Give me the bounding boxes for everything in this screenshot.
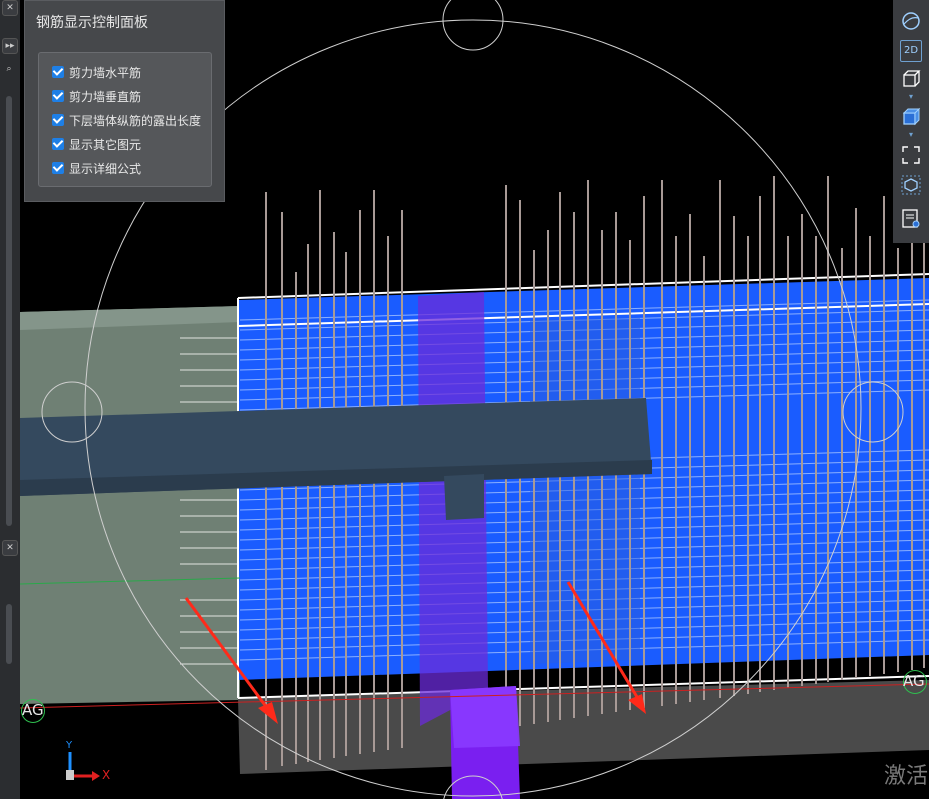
axis-y-label: Y [66,740,73,751]
option-show-other-elements[interactable]: 显示其它图元 [52,135,141,153]
2d-label: 2D [903,45,919,56]
checkbox-checked-icon[interactable] [52,90,64,102]
expand-panel-button[interactable]: ▸▸ [2,38,18,54]
activation-watermark: 激活 [884,764,929,789]
2d-icon[interactable]: 2D [900,40,922,62]
axis-label-right: AG [903,672,925,690]
axis-gizmo [66,752,100,781]
checkbox-checked-icon[interactable] [52,138,64,150]
option-label: 下层墙体纵筋的露出长度 [69,113,202,128]
panel-options-box: 剪力墙水平筋 剪力墙垂直筋 下层墙体纵筋的露出长度 显示其它图元 显示详细公式 [38,52,212,187]
checkbox-checked-icon[interactable] [52,162,64,174]
scrollbar-lower[interactable] [6,604,12,664]
option-label: 剪力墙垂直筋 [69,89,142,104]
nav-orbit-top [442,0,504,51]
axis-label-left: AG [22,701,44,719]
doc-eye-icon[interactable] [900,208,922,230]
option-label: 剪力墙水平筋 [69,65,142,80]
panel-title: 钢筋显示控制面板 [36,15,148,31]
option-lower-wall-rebar-exposure[interactable]: 下层墙体纵筋的露出长度 [52,111,201,129]
sphere-icon[interactable] [900,10,922,32]
slab-left [20,306,240,704]
hex-cube-icon[interactable] [900,174,922,196]
beam-drop [444,474,484,520]
option-show-detailed-formula[interactable]: 显示详细公式 [52,159,141,177]
option-label: 显示详细公式 [69,161,142,176]
checkbox-checked-icon[interactable] [52,66,64,78]
view-toolbar: 2D ▾ ▾ [893,0,929,243]
cube-solid-icon[interactable] [900,106,922,128]
chevron-down-icon[interactable]: ▾ [904,131,918,139]
rebar-display-control-panel: 钢筋显示控制面板 剪力墙水平筋 剪力墙垂直筋 下层墙体纵筋的露出长度 显示其它图… [24,0,225,202]
option-label: 显示其它图元 [69,137,142,152]
option-shear-wall-vertical[interactable]: 剪力墙垂直筋 [52,87,141,105]
scrollbar-upper[interactable] [6,96,12,526]
checkbox-checked-icon[interactable] [52,114,64,126]
axis-x-label: X [102,768,111,782]
search-icon[interactable]: ⌕ [2,62,16,76]
close-icon-lower[interactable]: ✕ [2,540,18,556]
chevron-down-icon[interactable]: ▾ [904,93,918,101]
left-side-strip: ✕ ▸▸ ⌕ ✕ [0,0,20,799]
close-icon[interactable]: ✕ [2,0,18,16]
frame-corners-icon[interactable] [900,144,922,166]
option-shear-wall-horizontal[interactable]: 剪力墙水平筋 [52,63,141,81]
cube-outline-icon[interactable] [900,68,922,90]
